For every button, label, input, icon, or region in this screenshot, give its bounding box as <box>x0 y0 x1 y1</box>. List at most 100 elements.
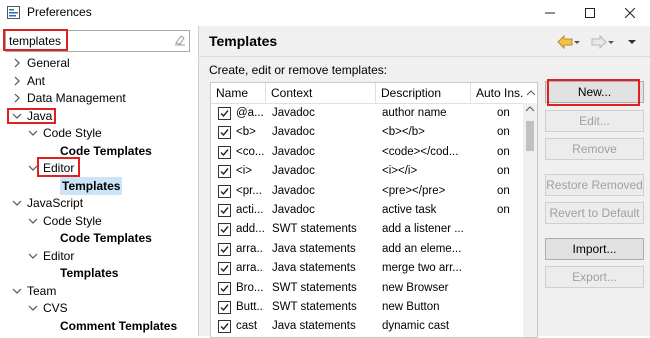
sort-up-icon <box>527 90 535 96</box>
column-header-description[interactable]: Description <box>376 83 471 103</box>
forward-dropdown-icon[interactable] <box>608 35 614 49</box>
tree-item[interactable]: Code Templates <box>0 229 198 247</box>
view-menu-icon[interactable] <box>627 35 637 49</box>
tree-item[interactable]: Ant <box>0 72 198 90</box>
column-header-name[interactable]: Name <box>211 83 266 103</box>
table-row[interactable]: arra... Java statements merge two arr... <box>211 259 523 278</box>
row-checkbox[interactable] <box>218 281 231 295</box>
chevron-down-icon[interactable] <box>28 124 38 142</box>
table-scrollbar[interactable] <box>523 103 537 337</box>
import-button[interactable]: Import... <box>545 238 644 260</box>
remove-button[interactable]: Remove <box>545 138 644 160</box>
cell-auto-insert: on <box>497 107 510 119</box>
row-checkbox[interactable] <box>218 145 231 159</box>
tree-item[interactable]: Templates <box>0 264 198 282</box>
chevron-right-icon[interactable] <box>12 54 22 72</box>
table-row[interactable]: @a... Javadoc author name on <box>211 104 523 123</box>
tree-item-label: JavaScript <box>27 196 84 210</box>
table-row[interactable]: <i> Javadoc <i></i> on <box>211 162 523 181</box>
tree-item-label: Comment Templates <box>60 318 178 333</box>
table-row[interactable]: Bro... SWT statements new Browser <box>211 279 523 298</box>
chevron-right-icon[interactable] <box>12 72 22 90</box>
column-header-auto-insert-label: Auto Ins. <box>476 86 524 100</box>
page-description: Create, edit or remove templates: <box>209 63 388 77</box>
maximize-button[interactable] <box>570 0 610 26</box>
chevron-down-icon[interactable] <box>12 194 22 212</box>
cell-auto-insert <box>497 279 523 298</box>
chevron-down-icon[interactable] <box>28 247 38 265</box>
column-header-auto-insert[interactable]: Auto Ins. <box>471 83 537 103</box>
export-button[interactable]: Export... <box>545 266 644 288</box>
checkmark-icon <box>220 110 229 118</box>
chevron-right-icon[interactable] <box>12 89 22 107</box>
cell-name: Butt... <box>236 301 264 313</box>
chevron-down-icon[interactable] <box>12 282 22 300</box>
row-checkbox[interactable] <box>218 184 231 198</box>
row-checkbox[interactable] <box>218 126 231 140</box>
cell-context: Javadoc <box>272 184 315 197</box>
tree-item[interactable]: Team <box>0 282 198 300</box>
clear-filter-icon[interactable] <box>174 34 186 46</box>
tree-item[interactable]: Data Management <box>0 89 198 107</box>
tree-item[interactable]: Code Templates <box>0 142 198 160</box>
tree-item[interactable]: Code Style <box>0 124 198 142</box>
tree-item[interactable]: Comment Templates <box>0 317 198 335</box>
forward-arrow-icon[interactable] <box>591 35 607 49</box>
row-checkbox[interactable] <box>218 204 231 217</box>
row-checkbox[interactable] <box>218 165 231 179</box>
row-checkbox[interactable] <box>218 301 231 314</box>
tree-item[interactable]: CVS <box>0 299 198 317</box>
checkmark-icon <box>220 187 229 195</box>
row-checkbox[interactable] <box>218 242 231 256</box>
cell-context: Javadoc <box>272 204 315 216</box>
column-header-context[interactable]: Context <box>266 83 376 103</box>
tree-item[interactable]: Editor <box>0 159 198 177</box>
row-checkbox[interactable] <box>218 320 231 334</box>
table-row[interactable]: add... SWT statements add a listener ... <box>211 220 523 239</box>
chevron-down-icon[interactable] <box>28 299 38 317</box>
table-row[interactable]: acti... Javadoc active task on <box>211 201 523 220</box>
close-icon <box>625 8 635 18</box>
cell-name: <co... <box>236 145 264 158</box>
tree-item[interactable]: Templates <box>0 176 198 195</box>
window-title: Preferences <box>27 5 92 19</box>
table-row[interactable]: Butt... SWT statements new Button <box>211 298 523 317</box>
back-dropdown-icon[interactable] <box>574 35 580 49</box>
tree-item[interactable]: General <box>0 54 198 72</box>
cell-name: cast <box>236 320 258 333</box>
templates-page: Templates Create, edit or remove templat… <box>199 26 650 338</box>
cell-description: new Button <box>382 301 440 313</box>
chevron-down-icon[interactable] <box>28 212 38 230</box>
tree-item-label: CVS <box>43 301 68 315</box>
checkmark-icon <box>220 323 229 331</box>
edit-button[interactable]: Edit... <box>545 110 644 132</box>
row-checkbox[interactable] <box>218 223 231 237</box>
back-arrow-icon[interactable] <box>557 35 573 49</box>
revert-to-default-button[interactable]: Revert to Default <box>545 202 644 224</box>
scrollbar-thumb[interactable] <box>526 121 534 151</box>
tree-item[interactable]: Editor <box>0 247 198 265</box>
close-button[interactable] <box>610 0 650 26</box>
templates-table[interactable]: Name Context Description Auto Ins. @a...… <box>210 82 538 338</box>
table-row[interactable]: <co... Javadoc <code></cod... on <box>211 143 523 162</box>
page-title: Templates <box>209 33 278 49</box>
tree-item[interactable]: Code Style <box>0 212 198 230</box>
row-checkbox[interactable] <box>218 262 231 276</box>
table-row[interactable]: <b> Javadoc <b></b> on <box>211 123 523 142</box>
cell-context: Java statements <box>272 320 356 333</box>
row-checkbox[interactable] <box>218 107 231 120</box>
table-row[interactable]: <pr... Javadoc <pre></pre> on <box>211 182 523 201</box>
new-highlight-box <box>547 79 640 106</box>
cell-description: author name <box>382 107 447 119</box>
scroll-up-icon[interactable] <box>526 106 534 112</box>
cell-context: Javadoc <box>272 165 315 178</box>
tree-item[interactable]: JavaScript <box>0 194 198 212</box>
cell-name: Bro... <box>236 281 264 294</box>
restore-removed-button[interactable]: Restore Removed <box>545 174 644 196</box>
cell-context: SWT statements <box>272 223 357 236</box>
cell-description: <code></cod... <box>382 145 459 158</box>
table-row[interactable]: arra... Java statements add an eleme... <box>211 240 523 259</box>
table-row[interactable]: cast Java statements dynamic cast <box>211 317 523 336</box>
cell-auto-insert <box>497 317 523 336</box>
minimize-button[interactable] <box>530 0 570 26</box>
